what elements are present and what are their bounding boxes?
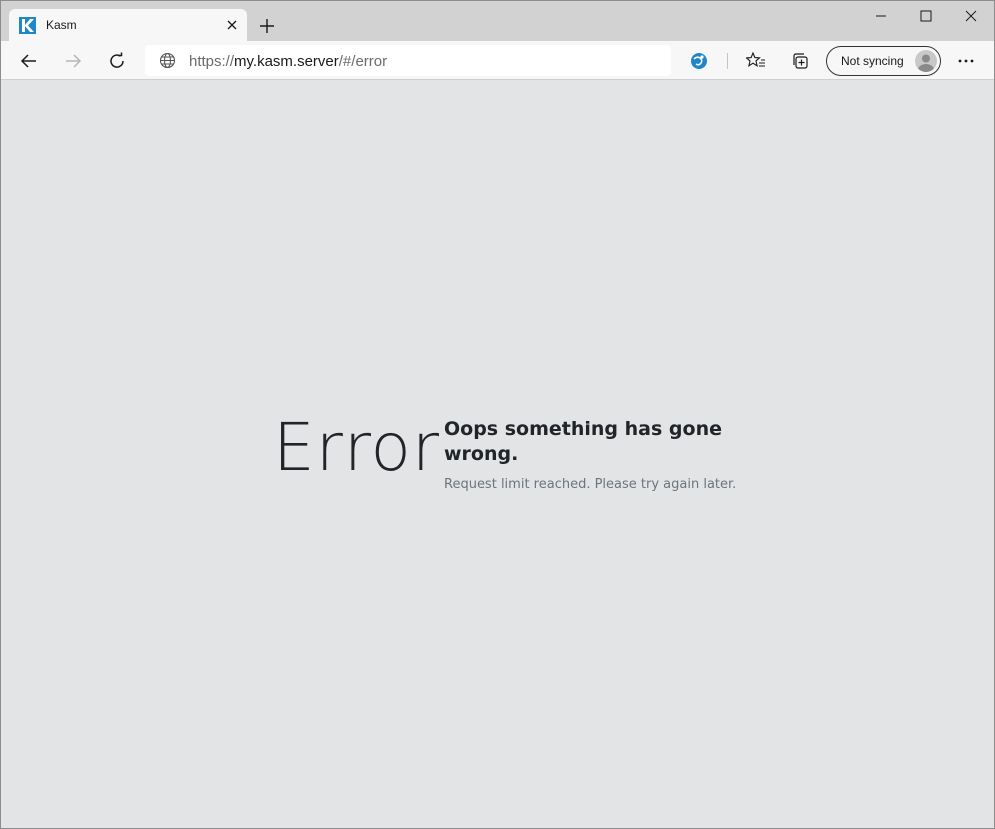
window-close-icon[interactable] bbox=[948, 1, 994, 31]
toolbar-separator bbox=[727, 53, 728, 69]
refresh-icon[interactable] bbox=[101, 45, 133, 77]
sync-status-label: Not syncing bbox=[841, 54, 904, 68]
url-text: https://my.kasm.server/#/error bbox=[189, 53, 387, 70]
avatar bbox=[915, 50, 937, 72]
more-options-icon[interactable] bbox=[950, 45, 982, 77]
address-bar[interactable]: https://my.kasm.server/#/error bbox=[145, 45, 671, 76]
favorites-star-icon[interactable] bbox=[740, 45, 772, 77]
url-host: my.kasm.server bbox=[234, 53, 339, 70]
error-heading: Oops something has gone wrong. bbox=[444, 418, 722, 465]
browser-tab[interactable]: Kasm bbox=[9, 9, 247, 41]
error-message: Request limit reached. Please try again … bbox=[444, 477, 737, 492]
minimize-icon[interactable] bbox=[858, 1, 904, 31]
error-title: Error bbox=[273, 409, 441, 486]
maximize-icon[interactable] bbox=[903, 1, 949, 31]
url-scheme: https:// bbox=[189, 53, 235, 70]
globe-icon bbox=[159, 52, 176, 69]
profile-sync-button[interactable]: Not syncing bbox=[826, 46, 941, 76]
kasm-logo-icon bbox=[19, 17, 36, 34]
tab-close-icon[interactable] bbox=[223, 16, 241, 34]
forward-arrow-icon[interactable] bbox=[57, 45, 89, 77]
tab-title: Kasm bbox=[46, 18, 77, 32]
page-content: Error Oops something has gone wrong. Req… bbox=[1, 81, 994, 828]
title-bar: Kasm bbox=[1, 1, 994, 41]
new-tab-plus-icon[interactable] bbox=[256, 15, 278, 37]
collections-icon[interactable] bbox=[784, 45, 816, 77]
browser-essentials-icon[interactable] bbox=[683, 45, 715, 77]
back-arrow-icon[interactable] bbox=[13, 45, 45, 77]
browser-toolbar: https://my.kasm.server/#/error Not synci… bbox=[1, 41, 994, 80]
url-path: /#/error bbox=[338, 53, 388, 70]
